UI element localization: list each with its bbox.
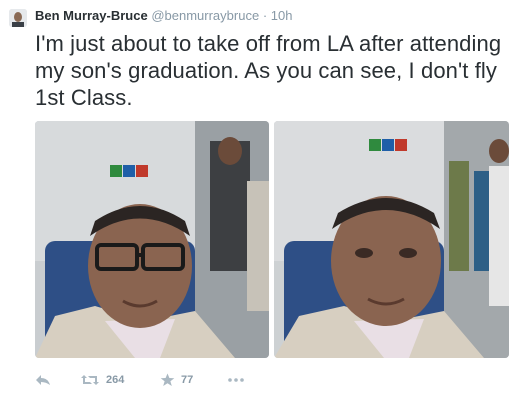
tweet-photo-2[interactable]	[274, 121, 509, 358]
timestamp[interactable]: 10h	[271, 8, 293, 23]
tweet-text: I'm just about to take off from LA after…	[35, 31, 502, 110]
reply-icon	[35, 373, 51, 387]
avatar[interactable]	[9, 9, 27, 27]
retweet-button[interactable]: 264	[80, 370, 124, 390]
author-handle[interactable]: @benmurraybruce	[151, 8, 259, 23]
tweet[interactable]: Ben Murray-Bruce @benmurraybruce · 10h I…	[0, 0, 513, 403]
tweet-header: Ben Murray-Bruce @benmurraybruce · 10h	[35, 6, 292, 26]
retweet-count: 264	[106, 374, 125, 386]
separator: ·	[262, 8, 268, 23]
favorite-count: 77	[181, 374, 194, 386]
retweet-icon	[80, 373, 100, 387]
tweet-actions: 264 77	[35, 370, 505, 390]
star-icon	[160, 373, 175, 387]
reply-button[interactable]	[35, 370, 51, 390]
favorite-button[interactable]: 77	[160, 370, 193, 390]
more-button[interactable]	[228, 370, 244, 390]
more-dots-icon	[228, 378, 244, 382]
tweet-photo-1[interactable]	[35, 121, 269, 358]
author-name[interactable]: Ben Murray-Bruce	[35, 8, 148, 23]
